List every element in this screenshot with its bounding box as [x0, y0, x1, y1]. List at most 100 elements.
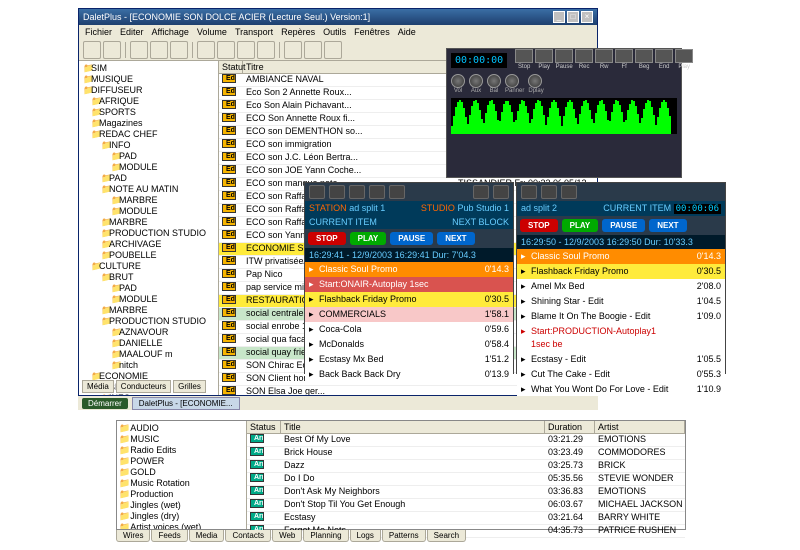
tree-node[interactable]: 📁INFO [81, 140, 216, 151]
tab[interactable]: Search [427, 530, 466, 542]
menu-item[interactable]: Volume [197, 27, 227, 37]
stop-button[interactable]: STOP [520, 219, 558, 232]
tab[interactable]: Logs [350, 530, 381, 542]
menu-item[interactable]: Repères [281, 27, 315, 37]
tree-node[interactable]: 📁MARBRE [81, 217, 216, 228]
tree-node[interactable]: 📁DANIELLE [81, 338, 216, 349]
tree-node[interactable]: 📁PRODUCTION STUDIO [81, 316, 216, 327]
tree-node[interactable]: 📁Artist voices (wet) [119, 522, 244, 529]
tree-node[interactable]: 📁ARCHIVAGE [81, 239, 216, 250]
toolbar-button[interactable] [130, 41, 148, 59]
tree-node[interactable]: 📁MODULE [81, 206, 216, 217]
playlist-row[interactable]: ▸Flashback Friday Promo0'30.5 [517, 264, 725, 279]
close-icon[interactable]: × [581, 11, 593, 23]
tree-node[interactable]: 📁AFRIQUE [81, 96, 216, 107]
tree-node[interactable]: 📁MARBRE [81, 195, 216, 206]
playlist-row[interactable]: ▸Shining Star - Edit1'04.5 [517, 294, 725, 309]
tab[interactable]: Contacts [225, 530, 271, 542]
tree-node[interactable]: 📁nitch [81, 360, 216, 371]
col-title[interactable]: Titre [243, 61, 455, 73]
knob[interactable] [505, 74, 519, 88]
maximize-icon[interactable]: □ [567, 11, 579, 23]
toolbar-button[interactable] [304, 41, 322, 59]
playlist[interactable]: ▸Classic Soul Promo0'14.3▸Start:ONAIR-Au… [305, 262, 513, 382]
transport-button[interactable] [635, 49, 653, 63]
tree-node[interactable]: 📁MAALOUF m [81, 349, 216, 360]
playlist[interactable]: ▸Classic Soul Promo0'14.3▸Flashback Frid… [517, 249, 725, 397]
transport-button[interactable] [515, 49, 533, 63]
start-button[interactable]: Démarrer [82, 398, 128, 409]
transport-button[interactable] [655, 49, 673, 63]
playlist-row[interactable]: ▸COMMERCIALS1'58.1 [305, 307, 513, 322]
tab[interactable]: Media [189, 530, 225, 542]
tree-node[interactable]: 📁SIM [81, 63, 216, 74]
knob[interactable] [451, 74, 465, 88]
studio-button[interactable] [541, 185, 557, 199]
tree-node[interactable]: 📁MUSIQUE [81, 74, 216, 85]
tree-node[interactable]: 📁AUDIO [119, 423, 244, 434]
transport-button[interactable] [575, 49, 593, 63]
tree-node[interactable]: 📁Radio Edits [119, 445, 244, 456]
tree-node[interactable]: 📁AZNAVOUR [81, 327, 216, 338]
play-button[interactable]: PLAY [562, 219, 599, 232]
studio-button[interactable] [309, 185, 325, 199]
next-button[interactable]: NEXT [649, 219, 686, 232]
list-row[interactable]: ArrDon't Stop Til You Get Enough06:03.67… [247, 499, 685, 512]
playlist-row[interactable]: ▸Cut The Cake - Edit0'55.3 [517, 367, 725, 382]
tree-node[interactable]: 📁POWER [119, 456, 244, 467]
tree-node[interactable]: 📁PAD [81, 173, 216, 184]
tree-node[interactable]: 📁MUSIC [119, 434, 244, 445]
next-button[interactable]: NEXT [437, 232, 474, 245]
playlist-row[interactable]: ▸Blame It On The Boogie - Edit1'09.0 [517, 309, 725, 324]
playlist-row[interactable]: ▸Start:PRODUCTION-Autoplay1 1sec be [517, 324, 725, 352]
tree-node[interactable]: 📁MARBRE [81, 305, 216, 316]
transport-button[interactable] [555, 49, 573, 63]
tree-node[interactable]: 📁MODULE [81, 294, 216, 305]
playlist-row[interactable]: ▸What You Wont Do For Love - Edit1'10.9 [517, 382, 725, 397]
tab-grilles[interactable]: Grilles [173, 380, 206, 393]
playlist-row[interactable]: ▸Flashback Friday Promo0'30.5 [305, 292, 513, 307]
tree-node[interactable]: 📁Jingles (dry) [119, 511, 244, 522]
play-button[interactable]: PLAY [350, 232, 387, 245]
bottom-tree[interactable]: 📁AUDIO📁MUSIC📁Radio Edits📁POWER📁GOLD📁Musi… [117, 421, 247, 529]
tree-node[interactable]: 📁Music Rotation [119, 478, 244, 489]
transport-button[interactable] [615, 49, 633, 63]
playlist-row[interactable]: ▸Ecstasy Mx Bed1'51.2 [305, 352, 513, 367]
transport-button[interactable] [535, 49, 553, 63]
list-row[interactable]: ArrDon't Ask My Neighbors03:36.83EMOTION… [247, 486, 685, 499]
playlist-row[interactable]: ▸Classic Soul Promo0'14.3 [305, 262, 513, 277]
menu-item[interactable]: Fichier [85, 27, 112, 37]
tree-pane[interactable]: 📁SIM📁MUSIQUE📁DIFFUSEUR📁AFRIQUE📁SPORTS📁Ma… [79, 61, 219, 395]
playlist-row[interactable]: ▸Ecstasy - Edit1'05.5 [517, 352, 725, 367]
tab-conducteurs[interactable]: Conducteurs [116, 380, 171, 393]
playlist-row[interactable]: ▸McDonalds0'58.4 [305, 337, 513, 352]
menu-item[interactable]: Affichage [152, 27, 189, 37]
studio-button[interactable] [369, 185, 385, 199]
list-row[interactable]: ArrDazz03:25.73BRICK [247, 460, 685, 473]
playlist-row[interactable]: ▸Back Back Back Dry0'13.9 [305, 367, 513, 382]
tree-node[interactable]: 📁PRODUCTION STUDIO [81, 228, 216, 239]
minimize-icon[interactable]: _ [553, 11, 565, 23]
tree-node[interactable]: 📁POUBELLE [81, 250, 216, 261]
pause-button[interactable]: PAUSE [602, 219, 645, 232]
playlist-row[interactable]: ▸Start:ONAIR-Autoplay 1sec [305, 277, 513, 292]
toolbar-button[interactable] [150, 41, 168, 59]
tree-node[interactable]: 📁NOTE AU MATIN [81, 184, 216, 195]
knob[interactable] [487, 74, 501, 88]
menu-item[interactable]: Transport [235, 27, 273, 37]
studio-button[interactable] [389, 185, 405, 199]
list-row[interactable]: ArrBest Of My Love03:21.29EMOTIONS [247, 434, 685, 447]
list-row[interactable]: ArrEcstasy03:21.64BARRY WHITE [247, 512, 685, 525]
airplane-icon[interactable] [521, 185, 537, 199]
tab[interactable]: Wires [116, 530, 150, 542]
toolbar-button[interactable] [237, 41, 255, 59]
playlist-row[interactable]: ▸Amel Mx Bed2'08.0 [517, 279, 725, 294]
tab[interactable]: Feeds [151, 530, 187, 542]
list-row[interactable]: ArrDo I Do05:35.56STEVIE WONDER [247, 473, 685, 486]
tree-node[interactable]: 📁REDAC CHEF [81, 129, 216, 140]
toolbar-button[interactable] [83, 41, 101, 59]
col-status[interactable]: Statut [219, 61, 243, 73]
toolbar-button[interactable] [217, 41, 235, 59]
toolbar-button[interactable] [324, 41, 342, 59]
studio-button[interactable] [329, 185, 345, 199]
